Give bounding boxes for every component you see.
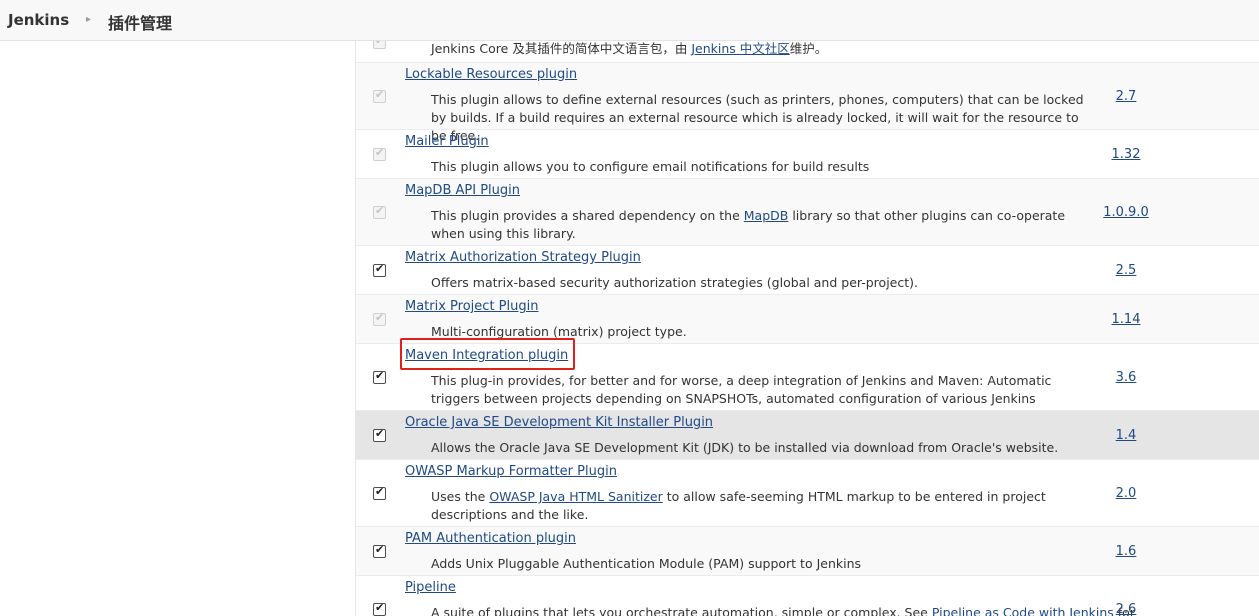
chevron-right-icon: ▸	[86, 14, 92, 25]
plugin-name-link[interactable]: PAM Authentication plugin	[405, 531, 576, 547]
plugin-version-link[interactable]: 1.4	[1101, 428, 1151, 444]
plugin-table: ✔ Jenkins Core 及其插件的简体中文语言包，由 Jenkins 中文…	[355, 41, 1259, 616]
plugin-name-link[interactable]: OWASP Markup Formatter Plugin	[405, 464, 617, 480]
side-panel	[0, 41, 355, 616]
pipeline-as-code-link[interactable]: Pipeline as Code with Jenkins	[932, 605, 1114, 616]
check-icon: ✔	[375, 88, 385, 101]
plugin-description: Adds Unix Pluggable Authentication Modul…	[431, 556, 862, 571]
table-row: ✔ MapDB API Plugin This plugin provides …	[356, 178, 1259, 245]
plugin-description: Offers matrix-based security authorizati…	[431, 275, 918, 290]
table-row: ✔ Matrix Authorization Strategy Plugin O…	[356, 245, 1259, 294]
plugin-version-link[interactable]: 1.0.9.0	[1101, 205, 1151, 221]
check-icon: ✔	[375, 146, 385, 159]
check-icon: ✔	[375, 427, 385, 440]
plugin-checkbox[interactable]: ✔	[373, 262, 386, 277]
table-row: ✔ Lockable Resources plugin This plugin …	[356, 62, 1259, 143]
page-title[interactable]: 插件管理	[108, 10, 172, 34]
table-row: ✔ PAM Authentication plugin Adds Unix Pl…	[356, 526, 1259, 575]
plugin-checkbox[interactable]: ✔	[373, 485, 386, 500]
table-row: ✔ Matrix Project Plugin Multi-configurat…	[356, 294, 1259, 343]
plugin-name-link[interactable]: Lockable Resources plugin	[405, 67, 577, 83]
plugin-version-link[interactable]: 1.14	[1101, 312, 1151, 328]
table-row: ✔ OWASP Markup Formatter Plugin Uses the…	[356, 459, 1259, 526]
plugin-checkbox[interactable]: ✔	[373, 543, 386, 558]
plugin-checkbox[interactable]: ✔	[373, 369, 386, 384]
plugin-checkbox[interactable]: ✔	[373, 601, 386, 616]
table-row: ✔ Pipeline A suite of plugins that lets …	[356, 575, 1259, 616]
check-icon: ✔	[375, 369, 385, 382]
plugin-description: A suite of plugins that lets you orchest…	[431, 604, 1135, 616]
plugin-description: This plugin allows you to configure emai…	[431, 159, 870, 174]
plugin-checkbox[interactable]: ✔	[373, 311, 386, 326]
plugin-checkbox[interactable]: ✔	[373, 427, 386, 442]
mapdb-link[interactable]: MapDB	[744, 208, 789, 223]
check-icon: ✔	[375, 601, 385, 614]
plugin-name-link[interactable]: Mailer Plugin	[405, 134, 489, 150]
check-icon: ✔	[375, 262, 385, 275]
plugin-description: Multi-configuration (matrix) project typ…	[431, 324, 687, 339]
plugin-version-link[interactable]: 2.6	[1101, 602, 1151, 616]
plugin-version-link[interactable]: 1.32	[1101, 147, 1151, 163]
check-icon: ✔	[375, 41, 384, 48]
plugin-name-link[interactable]: Matrix Project Plugin	[405, 299, 538, 315]
plugin-checkbox[interactable]: ✔	[373, 146, 386, 161]
jenkins-chinese-community-link[interactable]: Jenkins 中文社区	[691, 41, 789, 56]
owasp-sanitizer-link[interactable]: OWASP Java HTML Sanitizer	[489, 489, 662, 504]
check-icon: ✔	[375, 543, 385, 556]
plugin-version-link[interactable]: 2.5	[1101, 263, 1151, 279]
check-icon: ✔	[375, 204, 385, 217]
table-row: ✔ Mailer Plugin This plugin allows you t…	[356, 129, 1259, 178]
jenkins-home-link[interactable]: Jenkins	[8, 11, 69, 29]
plugin-version-link[interactable]: 3.6	[1101, 370, 1151, 386]
plugin-name-link[interactable]: Maven Integration plugin	[405, 348, 568, 364]
plugin-description: Uses the OWASP Java HTML Sanitizer to al…	[431, 489, 1046, 522]
plugin-name-link[interactable]: Oracle Java SE Development Kit Installer…	[405, 415, 713, 431]
plugin-checkbox[interactable]: ✔	[373, 88, 386, 103]
plugin-version-link[interactable]: 1.6	[1101, 544, 1151, 560]
plugin-description: This plugin provides a shared dependency…	[431, 208, 1066, 241]
plugin-version-link[interactable]: 2.7	[1101, 89, 1151, 105]
plugin-checkbox[interactable]: ✔	[373, 204, 386, 219]
check-icon: ✔	[375, 311, 385, 324]
breadcrumb: Jenkins ▸ 插件管理	[0, 0, 1259, 41]
check-icon: ✔	[375, 485, 385, 498]
plugin-name-link[interactable]: Pipeline	[405, 580, 456, 596]
plugin-description: Jenkins Core 及其插件的简体中文语言包，由 Jenkins 中文社区…	[431, 41, 828, 56]
plugin-name-link[interactable]: Matrix Authorization Strategy Plugin	[405, 250, 641, 266]
plugin-version-link[interactable]: 2.0	[1101, 486, 1151, 502]
plugin-description: Allows the Oracle Java SE Development Ki…	[431, 440, 1059, 455]
table-row: ✔ Jenkins Core 及其插件的简体中文语言包，由 Jenkins 中文…	[356, 41, 1259, 62]
plugin-checkbox[interactable]: ✔	[373, 41, 386, 49]
plugin-name-link[interactable]: MapDB API Plugin	[405, 183, 520, 199]
table-row: ✔ Maven Integration plugin This plug-in …	[356, 343, 1259, 424]
table-row: ✔ Oracle Java SE Development Kit Install…	[356, 410, 1259, 459]
